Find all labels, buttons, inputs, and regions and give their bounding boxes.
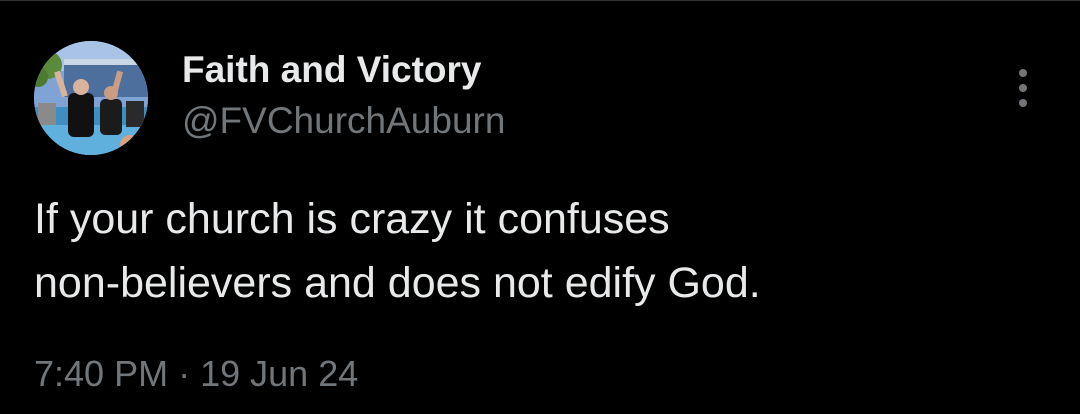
tweet-time[interactable]: 7:40 PM [34, 353, 168, 394]
menu-dot [1019, 99, 1027, 107]
tweet-text: If your church is crazy it confuses non-… [34, 187, 1034, 315]
tweet-timestamp: 7:40 PM · 19 Jun 24 [34, 353, 358, 395]
avatar[interactable] [34, 41, 148, 155]
menu-dot [1019, 84, 1027, 92]
tweet-text-line: If your church is crazy it confuses [34, 195, 670, 243]
tweet-text-line: non-believers and does not edify God. [34, 259, 761, 307]
tweet-card: Faith and Victory @FVChurchAuburn If you… [0, 0, 1080, 414]
author-name[interactable]: Faith and Victory [182, 49, 482, 91]
author-handle[interactable]: @FVChurchAuburn [182, 100, 505, 142]
tweet-date[interactable]: 19 Jun 24 [200, 353, 358, 394]
meta-separator: · [178, 353, 191, 394]
more-vertical-icon[interactable] [1006, 65, 1040, 113]
avatar-photo [34, 41, 148, 155]
menu-dot [1019, 69, 1027, 77]
